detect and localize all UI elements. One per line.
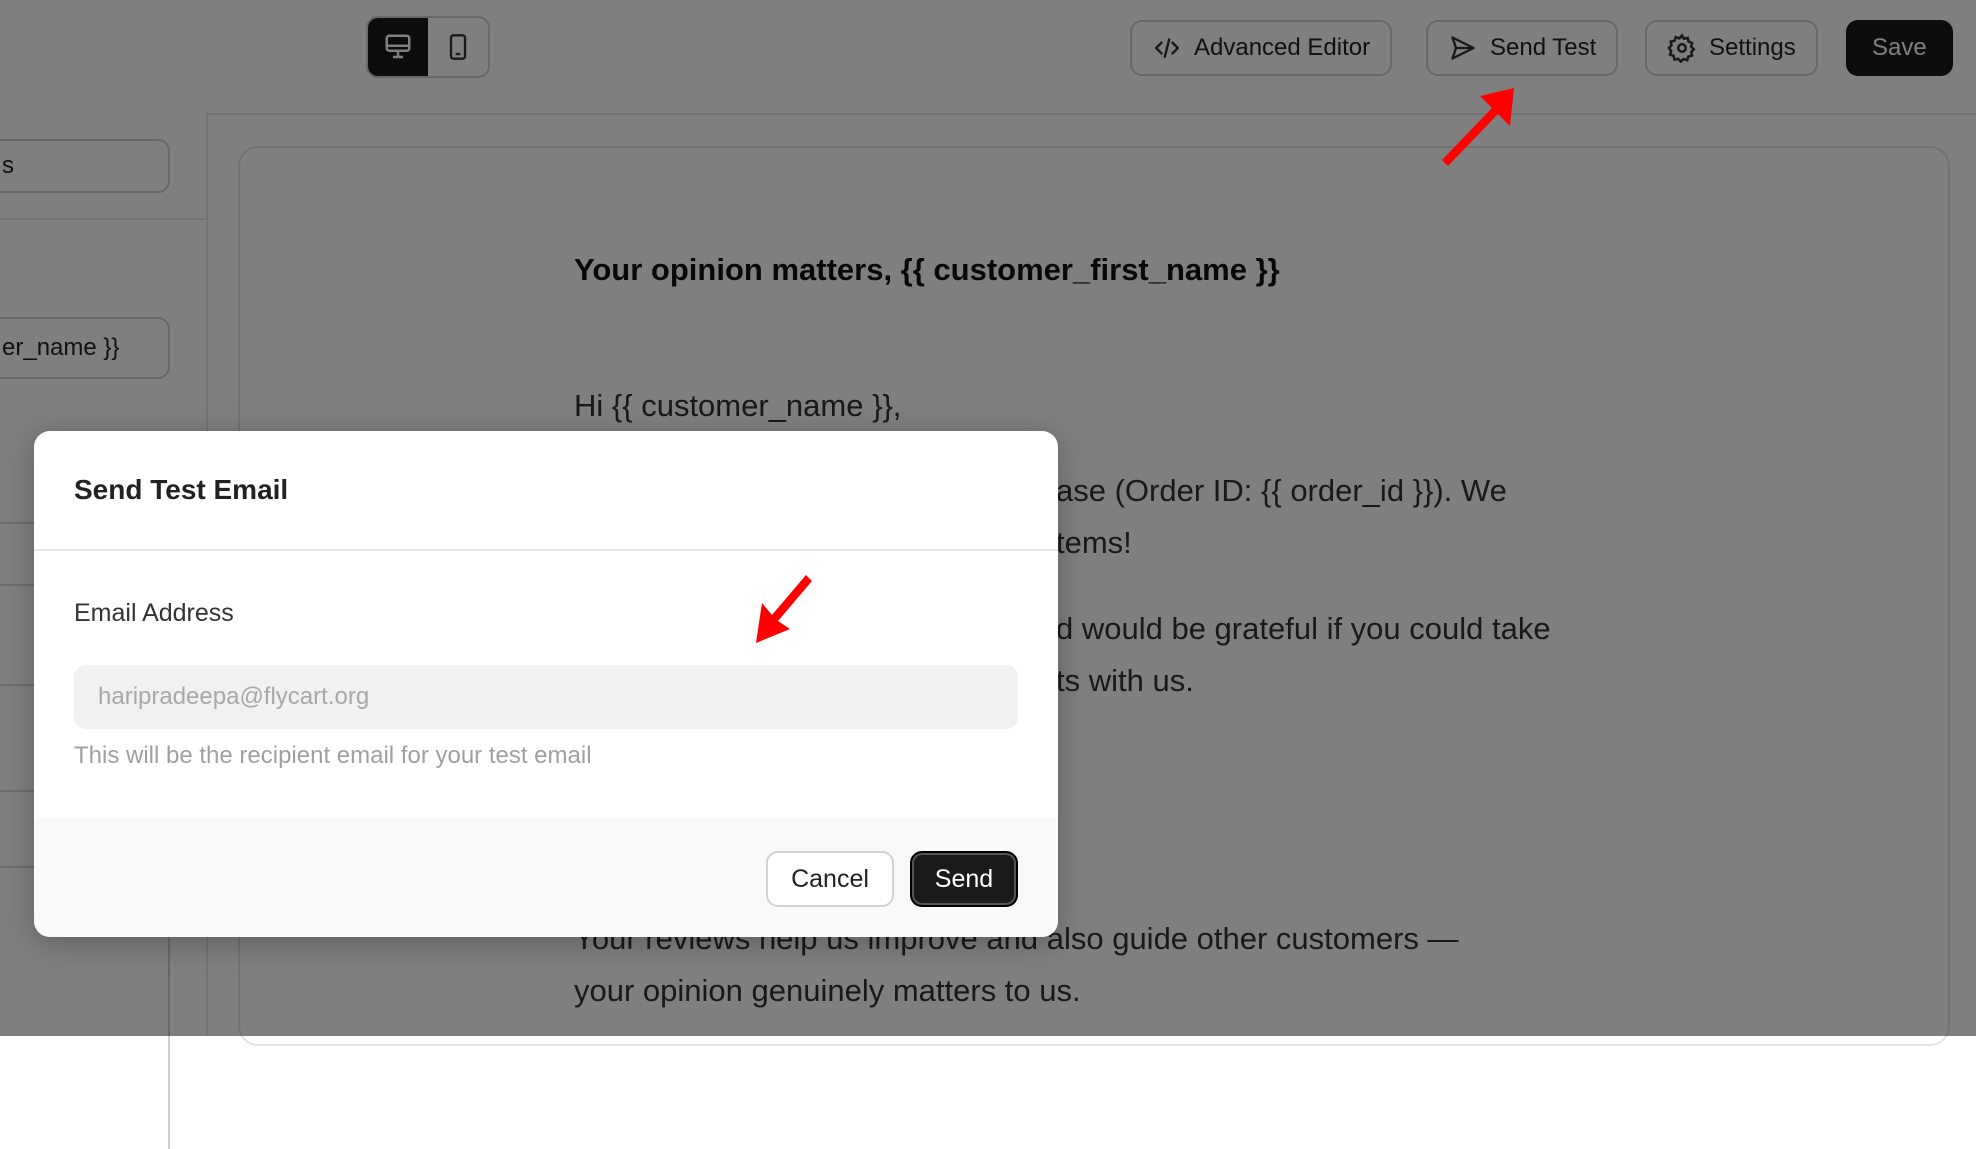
send-test-email-dialog: Send Test Email Email Address This will …: [34, 431, 1058, 937]
annotation-arrow-icon: [756, 575, 812, 643]
dialog-header: Send Test Email: [34, 431, 1058, 551]
cancel-button[interactable]: Cancel: [766, 851, 894, 907]
email-help-text: This will be the recipient email for you…: [74, 742, 592, 769]
email-address-label: Email Address: [74, 599, 234, 627]
annotation-arrow-icon: [1442, 88, 1514, 166]
send-button[interactable]: Send: [910, 851, 1018, 907]
dialog-title: Send Test Email: [74, 474, 289, 505]
dialog-footer: Cancel Send: [34, 817, 1058, 937]
email-address-input[interactable]: [74, 665, 1018, 729]
